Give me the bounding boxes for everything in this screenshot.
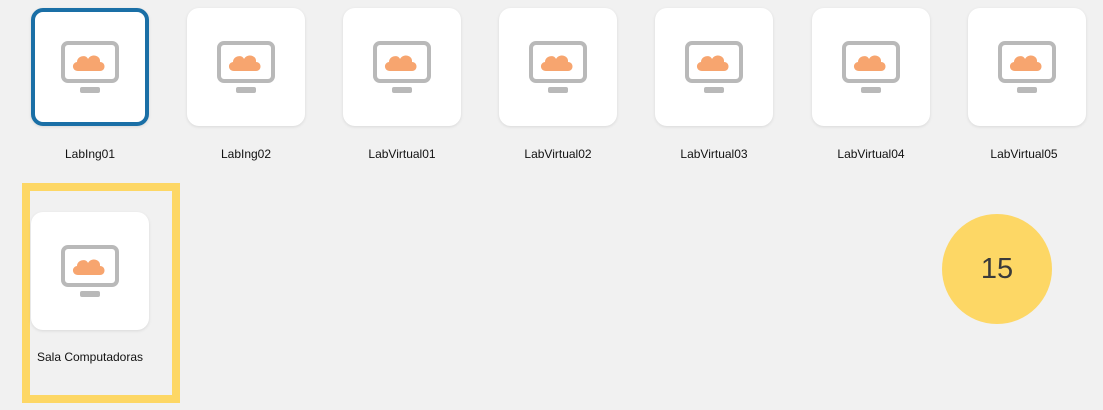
host-tile-labvirtual04[interactable]: [812, 8, 930, 126]
cloud-monitor-icon: [842, 41, 900, 93]
host-tile-labvirtual01[interactable]: [343, 8, 461, 126]
cloud-monitor-icon: [998, 41, 1056, 93]
cloud-monitor-icon: [529, 41, 587, 93]
host-tile-labvirtual05[interactable]: [968, 8, 1086, 126]
host-tile-labing02[interactable]: [187, 8, 305, 126]
step-badge: 15: [942, 214, 1052, 324]
host-label: LabVirtual02: [524, 147, 592, 161]
host-tile-labvirtual02[interactable]: [499, 8, 617, 126]
host-tile-labvirtual03[interactable]: [655, 8, 773, 126]
host-label: LabVirtual05: [990, 147, 1058, 161]
cloud-monitor-icon: [217, 41, 275, 93]
cloud-monitor-icon: [61, 245, 119, 297]
cloud-monitor-icon: [685, 41, 743, 93]
cloud-monitor-icon: [373, 41, 431, 93]
host-label: LabVirtual04: [837, 147, 905, 161]
host-tile-sala-computadoras[interactable]: [31, 212, 149, 330]
host-label: LabIng01: [64, 147, 116, 161]
host-label: LabVirtual03: [680, 147, 748, 161]
host-label: LabVirtual01: [368, 147, 436, 161]
host-label: LabIng02: [220, 147, 272, 161]
host-grid: LabIng01 LabIng02 LabVirtual01 LabVirtua…: [0, 0, 1103, 410]
cloud-monitor-icon: [61, 41, 119, 93]
host-label: Sala Computadoras: [36, 350, 144, 364]
host-tile-labing01[interactable]: [31, 8, 149, 126]
